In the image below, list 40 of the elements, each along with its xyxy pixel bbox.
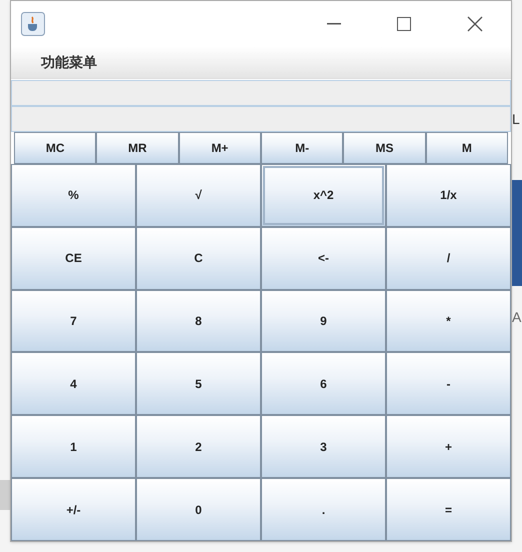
calculator-key[interactable]: * xyxy=(386,290,511,352)
calculator-key[interactable]: 1/x xyxy=(386,164,511,227)
calculator-key[interactable]: % xyxy=(11,164,136,227)
memory-button[interactable]: M- xyxy=(261,132,344,164)
calculator-key[interactable]: - xyxy=(386,352,511,416)
calculator-key[interactable]: 1 xyxy=(11,415,136,478)
memory-button[interactable]: M+ xyxy=(178,132,261,164)
calculator-key[interactable]: 8 xyxy=(136,290,261,352)
calculator-key[interactable]: 7 xyxy=(11,290,136,352)
calculator-key[interactable]: 5 xyxy=(136,352,261,416)
calculator-key[interactable]: 4 xyxy=(11,352,136,416)
memory-button[interactable]: MS xyxy=(343,132,426,164)
background-panel xyxy=(0,480,10,510)
close-icon[interactable] xyxy=(467,16,483,32)
calculator-key[interactable]: . xyxy=(261,478,386,541)
calculator-key[interactable]: x^2 xyxy=(261,164,386,227)
memory-button[interactable]: MC xyxy=(14,132,96,164)
calculator-key[interactable]: = xyxy=(386,478,511,541)
coffee-cup-icon xyxy=(21,12,45,36)
calculator-key[interactable]: CE xyxy=(11,226,136,290)
calculator-key[interactable]: / xyxy=(386,226,511,290)
maximize-icon[interactable] xyxy=(397,16,411,30)
memory-button[interactable]: M xyxy=(426,132,508,164)
calculator-key[interactable]: +/- xyxy=(11,478,136,541)
background-text: L xyxy=(512,112,521,126)
calculator-key[interactable]: 6 xyxy=(261,352,386,416)
background-text: A xyxy=(512,310,522,324)
result-field[interactable] xyxy=(11,106,511,132)
calculator-key[interactable]: √ xyxy=(136,164,261,227)
expression-field[interactable] xyxy=(11,80,511,106)
calculator-key[interactable]: 0 xyxy=(136,478,261,541)
calculator-key[interactable]: 3 xyxy=(261,415,386,478)
memory-button[interactable]: MR xyxy=(96,132,179,164)
calculator-key[interactable]: + xyxy=(386,415,511,478)
minimize-icon[interactable] xyxy=(327,22,341,24)
calculator-key[interactable]: 2 xyxy=(136,415,261,478)
calculator-key[interactable]: 9 xyxy=(261,290,386,352)
menu-item[interactable]: 功能菜单 xyxy=(41,52,97,72)
calculator-key[interactable]: C xyxy=(136,226,261,290)
calculator-key[interactable]: <- xyxy=(261,226,386,290)
